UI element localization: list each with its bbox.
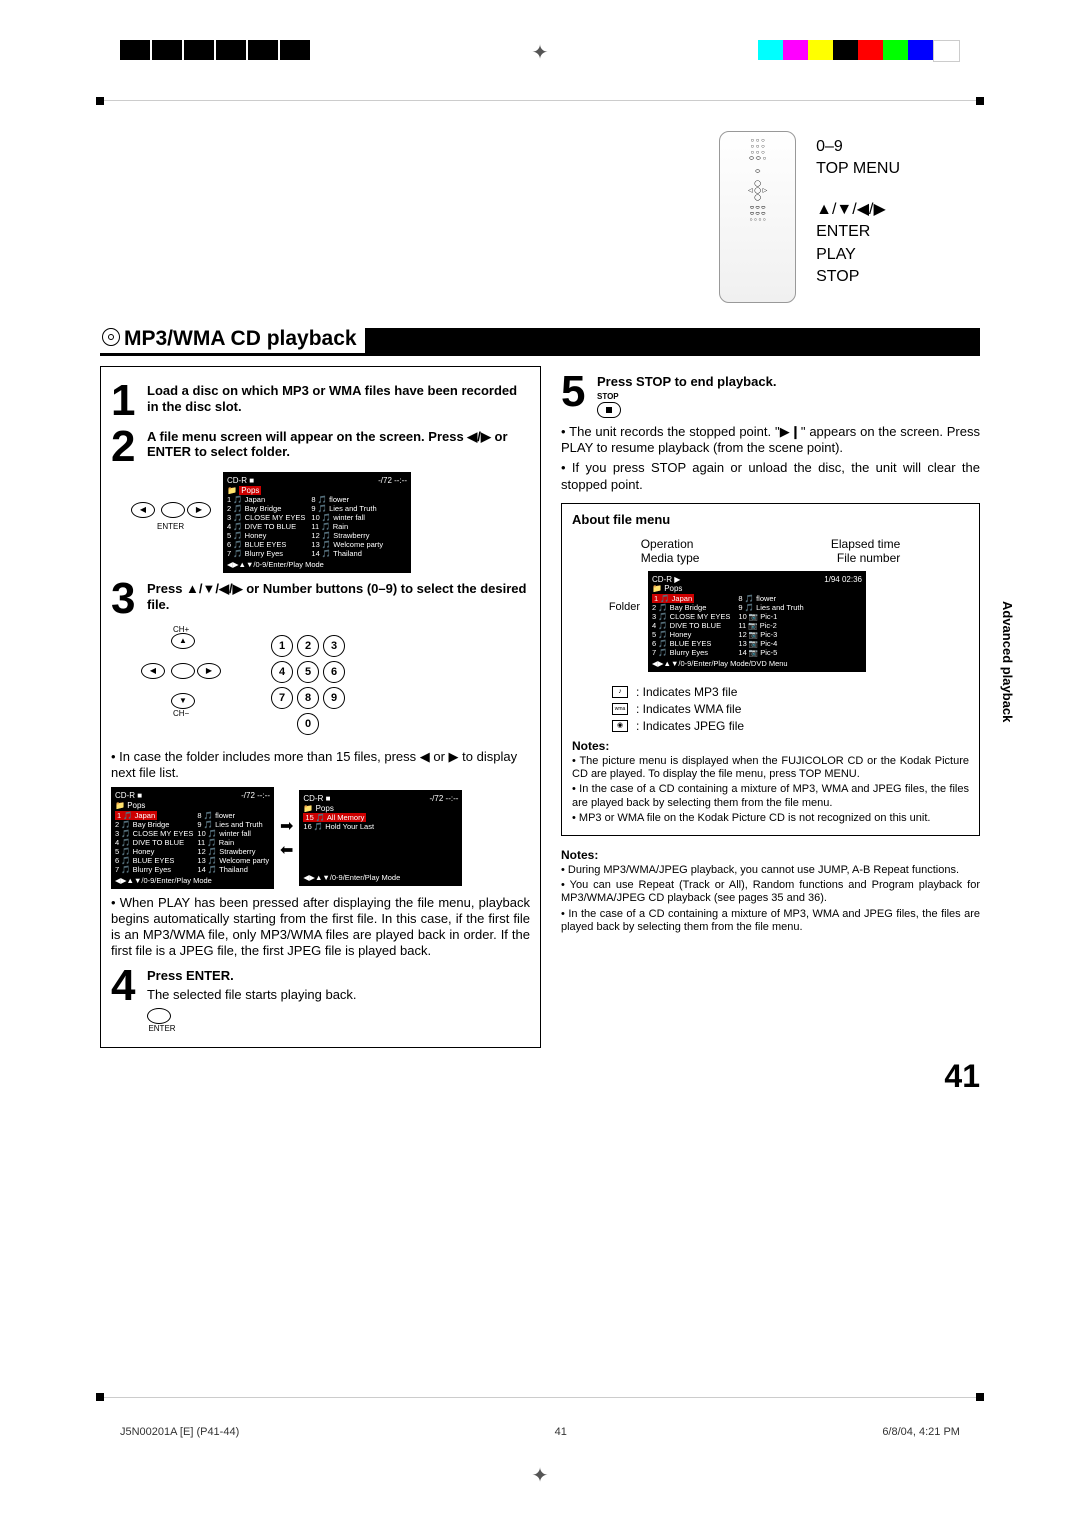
label-stop: STOP [816,266,900,288]
label-file-number: File number [837,551,900,565]
indicator-wma: : Indicates WMA file [636,702,741,716]
dpad-diagram: ◀ ▶ ENTER [131,480,211,540]
remote-control-diagram: ○ ○ ○○ ○ ○○ ○ ○⬭ ⬭ ○ ⬭ ◯◁ ◯ ▷◯ ⬭ ⬭ ⬭⬭ ⬭ … [719,131,796,303]
step-number-3: 3 [111,579,139,619]
footer-right: 6/8/04, 4:21 PM [882,1426,960,1438]
dpad-full-diagram: ▲ CH+ ◀ ▶ ▼ CH− [141,633,221,713]
page-number: 41 [100,1058,980,1095]
label-play: PLAY [816,244,900,266]
page-footer: J5N00201A [E] (P41-44) 41 6/8/04, 4:21 P… [120,1426,960,1438]
section-heading: MP3/WMA CD playback [100,328,980,356]
crop-mark-icon: ✦ [532,40,549,65]
file-menu-screen-c: CD-R ▶1/94 02:36 📁 Pops 1 🎵 Japan 2 🎵 Ba… [648,571,866,672]
crop-mark-bottom-icon: ✦ [532,1463,549,1488]
cd-icon [102,328,120,346]
step-5-title: Press STOP to end playback. [597,372,776,390]
about-title: About file menu [572,512,969,527]
right-column: 5 Press STOP to end playback. STOP The u… [561,366,980,1048]
step-number-5: 5 [561,372,589,418]
label-enter: ENTER [816,221,900,243]
page-frame: ○ ○ ○○ ○ ○○ ○ ○⬭ ⬭ ○ ⬭ ◯◁ ◯ ▷◯ ⬭ ⬭ ⬭⬭ ⬭ … [100,100,980,1398]
step-1-text: Load a disc on which MP3 or WMA files ha… [147,381,530,421]
file-menu-screen-left: CD-R ■-/72 --:-- 📁 Pops 1 🎵 Japan 2 🎵 Ba… [111,787,274,888]
step-3-text: Press ▲/▼/◀/▶ or Number buttons (0–9) to… [147,579,530,619]
left-column: 1 Load a disc on which MP3 or WMA files … [100,366,541,1048]
footer-center: 41 [555,1426,567,1438]
step-2-text: A file menu screen will appear on the sc… [147,427,530,467]
external-notes-title: Notes: [561,848,980,862]
label-elapsed-time: Elapsed time [831,537,900,551]
stop-button-icon [597,402,621,418]
about-notes-title: Notes: [572,739,969,753]
arrow-left-icon [280,840,293,860]
wma-icon: wma [612,703,628,715]
resume-note-1: The unit records the stopped point. "▶❙"… [561,424,980,457]
step-3-play-note: When PLAY has been pressed after display… [111,895,530,960]
step-3-note: In case the folder includes more than 15… [111,749,530,782]
label-0-9: 0–9 [816,136,900,158]
step-number-1: 1 [111,381,139,421]
enter-label: ENTER [157,522,184,531]
label-nav: ▲/▼/◀/▶ [816,199,900,221]
step-number-4: 4 [111,966,139,1033]
label-top-menu: TOP MENU [816,158,900,180]
about-notes-list: • The picture menu is displayed when the… [572,755,969,825]
footer-left: J5N00201A [E] (P41-44) [120,1426,239,1438]
enter-button-diagram [147,1008,171,1024]
label-folder: Folder [572,597,640,618]
about-file-menu-box: About file menu Operation Elapsed time M… [561,503,980,836]
step-4-title: Press ENTER. [147,966,357,984]
resume-note-2: If you press STOP again or unload the di… [561,460,980,493]
side-tab: Advanced playback [1000,601,1015,722]
indicator-mp3: : Indicates MP3 file [636,685,737,699]
jpeg-icon: ◉ [612,720,628,732]
section-title-text: MP3/WMA CD playback [124,327,357,350]
mp3-icon: ♪ [612,686,628,698]
indicator-jpeg: : Indicates JPEG file [636,719,744,733]
file-menu-screen-a: CD-R ■-/72 --:-- 📁 Pops 1 🎵 Japan 2 🎵 Ba… [223,472,411,573]
label-operation: Operation [641,537,694,551]
step-4-body: The selected file starts playing back. [147,987,357,1003]
stop-label: STOP [597,392,776,401]
external-notes-list: • During MP3/WMA/JPEG playback, you cann… [561,864,980,934]
remote-labels: 0–9 TOP MENU ▲/▼/◀/▶ ENTER PLAY STOP [816,131,900,303]
step-number-2: 2 [111,427,139,467]
arrow-right-icon [280,816,293,836]
number-pad-diagram: 123 456 789 0 [271,635,345,735]
file-menu-screen-right: CD-R ■-/72 --:-- 📁 Pops 15 🎵 All Memory … [299,790,462,886]
label-media-type: Media type [641,551,700,565]
